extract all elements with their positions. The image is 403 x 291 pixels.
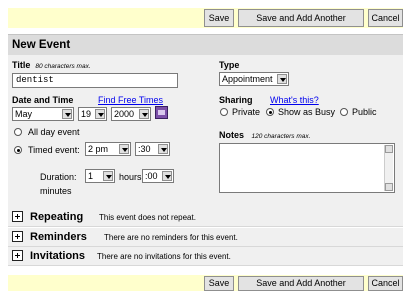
year-value: 2000 [114, 109, 135, 119]
scroll-up-icon[interactable] [385, 145, 393, 153]
page-title: New Event [8, 35, 403, 55]
section-desc: There are no reminders for this event. [104, 233, 238, 242]
notes-label-text: Notes [219, 130, 245, 140]
timed-event-radio[interactable] [14, 146, 22, 154]
hour-value: 2 pm [88, 144, 109, 154]
chevron-down-icon [119, 144, 129, 154]
duration-hours-select[interactable]: 1 [85, 169, 115, 183]
notes-label: Notes 120 characters max. [219, 130, 310, 140]
expand-icon[interactable] [12, 250, 23, 261]
day-select[interactable]: 19 [78, 107, 107, 121]
title-hint: 80 characters max. [35, 63, 91, 70]
cancel-button[interactable]: Cancel [368, 276, 403, 291]
section-title: Reminders [30, 231, 87, 243]
notes-textarea[interactable] [219, 143, 395, 193]
top-toolbar: Save Save and Add Another Cancel [8, 8, 403, 28]
type-select-value: Appointment [222, 74, 273, 84]
title-label-text: Title [12, 60, 31, 70]
find-free-times-link[interactable]: Find Free Times [98, 95, 163, 105]
private-radio[interactable] [220, 108, 228, 116]
timed-event-label: Timed event: [28, 145, 80, 155]
save-button[interactable]: Save [204, 276, 234, 291]
minute-value: :30 [138, 144, 151, 154]
minute-select[interactable]: :30 [135, 142, 170, 156]
month-value: May [15, 109, 33, 119]
save-and-add-another-button[interactable]: Save and Add Another [238, 276, 364, 291]
duration-hours-value: 1 [88, 171, 94, 181]
chevron-down-icon [62, 109, 72, 119]
notes-hint: 120 characters max. [251, 133, 311, 140]
duration-minutes-value: :00 [145, 171, 158, 181]
section-desc: This event does not repeat. [99, 213, 196, 222]
date-time-label: Date and Time [12, 95, 74, 105]
chevron-down-icon [277, 74, 287, 84]
notes-scrollbar[interactable] [384, 145, 393, 191]
whats-this-link[interactable]: What's this? [270, 95, 319, 105]
calendar-icon[interactable] [155, 106, 168, 119]
duration-label: Duration: [40, 172, 77, 182]
private-label: Private [232, 107, 261, 117]
invitations-section[interactable]: Invitations There are no invitations for… [8, 247, 403, 266]
scroll-down-icon[interactable] [385, 183, 393, 191]
chevron-down-icon [95, 109, 105, 119]
hour-select[interactable]: 2 pm [85, 142, 131, 156]
expand-icon[interactable] [12, 231, 23, 242]
event-form-panel: New Event Title 80 characters max. denti… [8, 34, 403, 208]
sharing-label: Sharing [219, 95, 253, 105]
year-select[interactable]: 2000 [111, 107, 151, 121]
chevron-down-icon [139, 109, 149, 119]
section-desc: There are no invitations for this event. [97, 252, 231, 261]
type-label: Type [219, 60, 240, 70]
title-label: Title 80 characters max. [12, 60, 91, 70]
public-label: Public [352, 107, 377, 117]
day-value: 19 [81, 109, 92, 119]
duration-minutes-select[interactable]: :00 [142, 169, 174, 183]
all-day-radio[interactable] [14, 128, 22, 136]
minutes-label: minutes [40, 186, 72, 196]
all-day-label: All day event [28, 127, 80, 137]
chevron-down-icon [103, 171, 113, 181]
cancel-button[interactable]: Cancel [368, 9, 403, 27]
bottom-toolbar: Save Save and Add Another Cancel [8, 275, 403, 291]
section-title: Invitations [30, 250, 86, 262]
save-and-add-another-button[interactable]: Save and Add Another [238, 9, 364, 27]
month-select[interactable]: May [12, 107, 74, 121]
hours-label: hours [119, 172, 142, 182]
reminders-section[interactable]: Reminders There are no reminders for thi… [8, 228, 403, 247]
expand-icon[interactable] [12, 211, 23, 222]
chevron-down-icon [158, 144, 168, 154]
show-as-busy-label: Show as Busy [278, 107, 336, 117]
save-button[interactable]: Save [204, 9, 234, 27]
title-input[interactable]: dentist [12, 73, 178, 88]
type-select[interactable]: Appointment [219, 72, 289, 86]
repeating-section[interactable]: Repeating This event does not repeat. [8, 208, 403, 227]
show-as-busy-radio[interactable] [266, 108, 274, 116]
section-title: Repeating [30, 211, 84, 223]
chevron-down-icon [162, 171, 172, 181]
public-radio[interactable] [340, 108, 348, 116]
